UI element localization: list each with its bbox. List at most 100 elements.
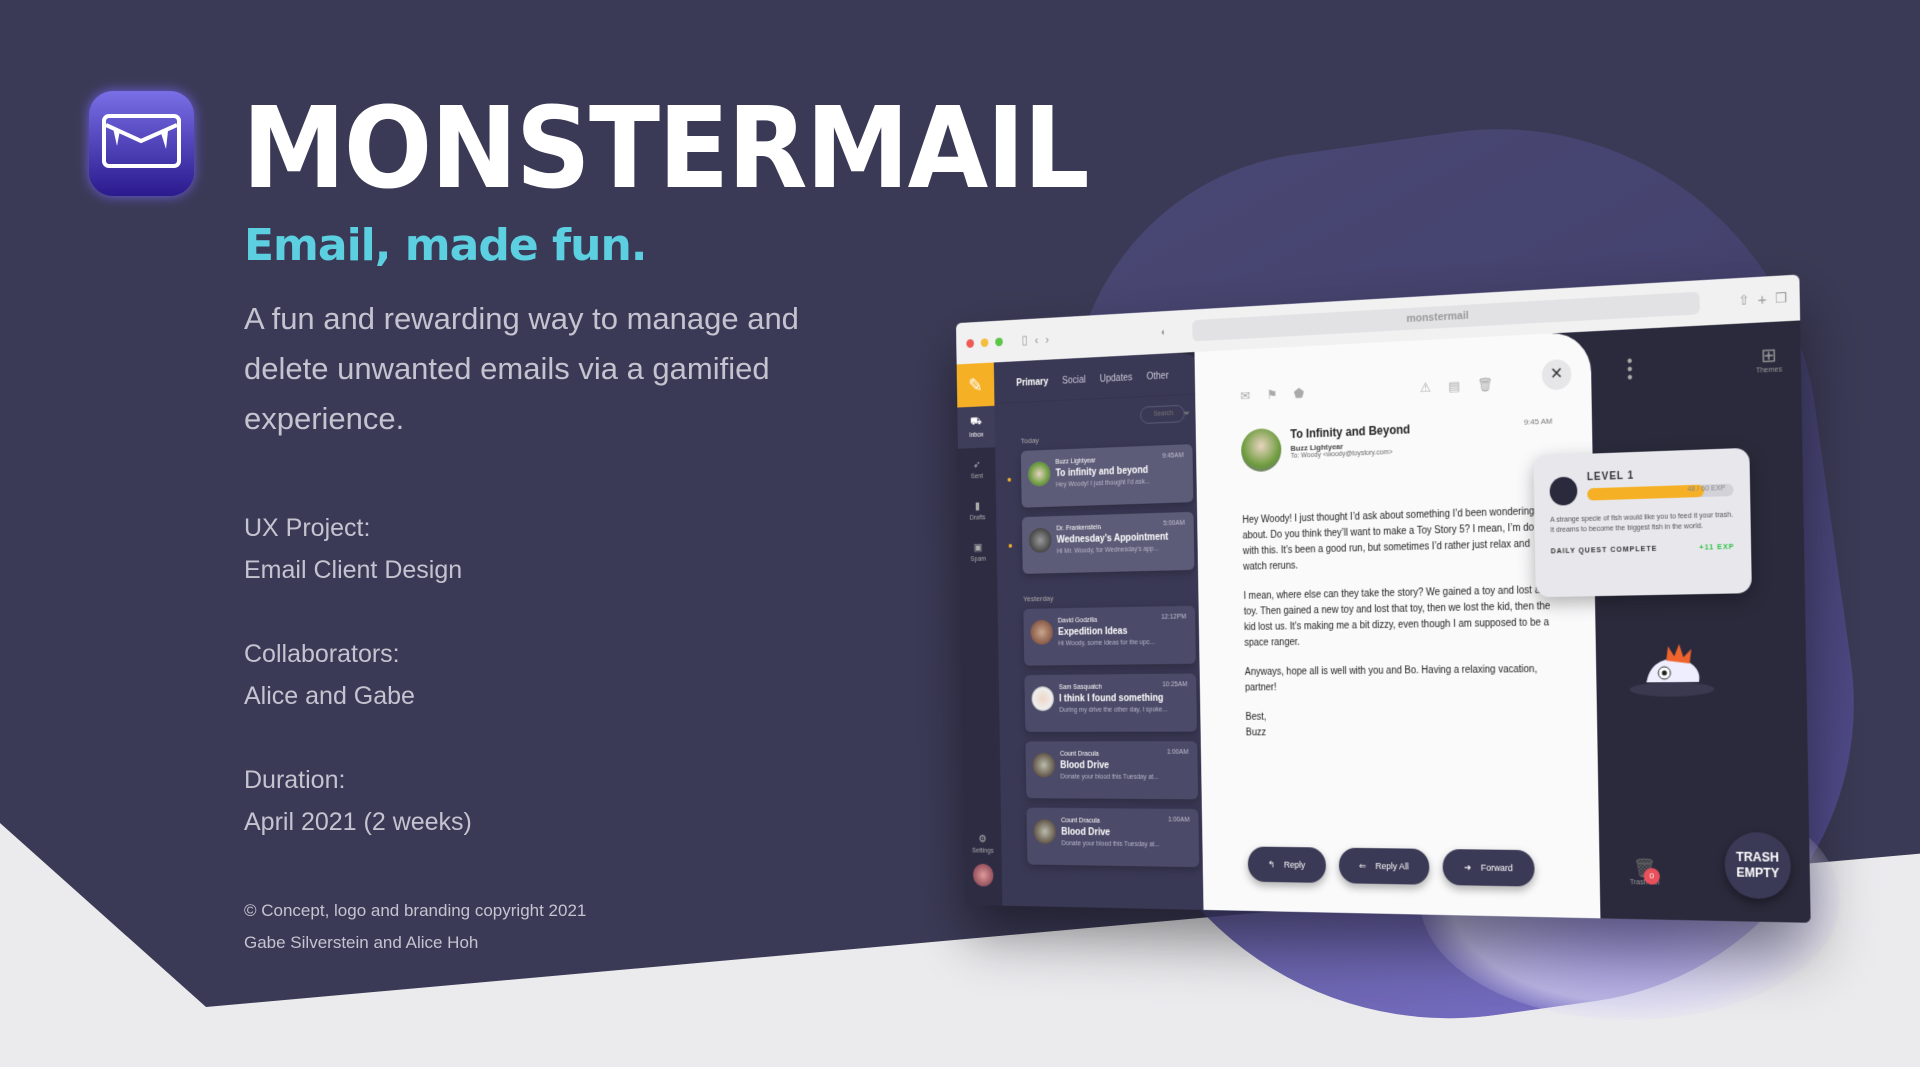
more-options-icon[interactable]: • • • [1627,353,1633,387]
nav-label: Drafts [969,514,986,522]
signature: Buzz [1245,727,1267,739]
compose-button[interactable]: ✎ [956,362,995,408]
email-time: 1:00AM [1167,816,1190,824]
tab-primary[interactable]: Primary [1016,377,1048,389]
report-spam-icon[interactable]: ⚠ [1420,380,1431,396]
copyright-line: Gabe Silverstein and Alice Hoh [244,933,479,952]
fish-avatar-icon [1549,476,1578,506]
fish-monster-icon [1629,643,1715,697]
reply-all-icon: ⇐ [1358,860,1367,871]
sidebar-item-settings[interactable]: ⚙ Settings [964,822,1002,864]
new-tab-icon[interactable]: + [1758,290,1767,308]
email-item[interactable]: David Godzilla Expedition Ideas Hi Woody, … [1023,605,1196,666]
inbox-icon: ⛟ [970,415,983,428]
tabs-icon[interactable]: ❐ [1775,290,1787,307]
filter-icon[interactable]: ⏷ [1184,408,1191,419]
maximize-dot[interactable] [995,337,1003,346]
tab-social[interactable]: Social [1062,375,1086,387]
sidebar-item-inbox[interactable]: ⛟ Inbox [957,405,996,449]
pencil-icon: ✎ [968,374,983,397]
forward-icon[interactable]: › [1045,332,1049,346]
message-actions: ↰ Reply ⇐ Reply All ➜ Forward [1247,846,1535,887]
duration: Duration: April 2021 (2 weeks) [244,759,472,843]
sender-avatar [1027,461,1051,487]
email-item[interactable]: Dr. Frankenstein Wednesday's Appointment H… [1008,511,1195,574]
email-subject: Wednesday's Appointment [1056,531,1169,546]
close-dot[interactable] [966,338,975,348]
copyright-line: © Concept, logo and branding copyright 2… [244,901,587,920]
flag-icon[interactable]: ⚑ [1266,387,1277,403]
grid-icon: ⊞ [1760,344,1777,367]
signoff: Best, [1245,711,1267,723]
group-label: Today [1020,436,1040,446]
share-icon[interactable]: ⇧ [1738,292,1750,309]
level-title: LEVEL 1 [1586,470,1635,484]
sidebar-item-drafts[interactable]: ▮ Drafts [959,489,997,532]
reply-all-button[interactable]: ⇐ Reply All [1338,847,1430,885]
tag-icon[interactable]: ⬟ [1294,386,1305,402]
nav-label: Inbox [969,431,984,439]
search-input[interactable]: Search [1140,404,1185,425]
envelope-fang-icon [102,114,181,168]
avatar[interactable] [972,863,994,887]
email-subject: I think I found something [1059,693,1164,705]
nav-label: Sent [970,472,984,480]
info-value: Email Client Design [244,556,463,584]
reply-button[interactable]: ↰ Reply [1247,846,1326,883]
info-label: Duration: [244,766,346,794]
project-type: UX Project: Email Client Design [244,507,462,591]
app-logo [89,91,194,196]
back-icon[interactable]: ‹ [1035,332,1039,346]
body-paragraph: I mean, where else can they take the sto… [1243,585,1551,649]
email-subject: Blood Drive [1060,760,1110,772]
themes-button[interactable]: ⊞ Themes [1755,344,1783,375]
message-time: 9:45 AM [1523,416,1553,427]
message-body: Hey Woody! I just thought I’d ask about … [1242,504,1558,742]
body-paragraph: Hey Woody! I just thought I’d ask about … [1242,506,1546,573]
group-label: Yesterday [1023,594,1054,604]
sender-avatar [1030,619,1054,645]
game-panel: • • • ⊞ Themes LEVEL 1 48 / 60 EXP A strang… [1533,320,1811,923]
close-button[interactable]: ✕ [1541,358,1572,391]
tab-other[interactable]: Other [1146,371,1168,383]
trash-bin[interactable]: 🗑 0 Trash Bin [1629,858,1660,887]
email-item[interactable]: Sam Sasquatch I think I found something Du… [1024,673,1198,732]
email-time: 9:45AM [1162,452,1184,460]
email-item[interactable]: Count Dracula Blood Drive Donate your bloo… [1025,741,1199,800]
email-time: 1:00AM [1166,748,1189,756]
reading-pane: ✉ ⚑ ⬟ ⚠ ▤ 🗑 ✕ To Infinity and Beyond Buzz Lig… [1194,331,1601,919]
mail-icon[interactable]: ✉ [1240,388,1250,404]
button-label: Reply All [1375,861,1409,872]
email-item[interactable]: Count Dracula Blood Drive Donate your bloo… [1026,807,1200,868]
minimize-dot[interactable] [980,337,989,347]
reply-icon: ↰ [1267,858,1275,869]
brand-title: MONSTERMAIL [242,84,1090,214]
trash-count-badge: 0 [1643,867,1660,885]
copyright: © Concept, logo and branding copyright 2… [244,895,586,959]
trash-status-button[interactable]: TRASH EMPTY [1724,831,1792,900]
sender-avatar [1032,752,1056,778]
email-preview: During my drive the other day, I spoke..… [1059,706,1168,714]
email-time: 10:25AM [1162,681,1188,689]
arrow-right-icon: ➜ [1463,861,1472,872]
unread-dot [1008,543,1013,548]
nav-label: Spam [970,555,987,563]
email-preview: Donate your blood this Tuesday at... [1061,840,1160,849]
exp-bar: 48 / 60 EXP [1587,483,1734,501]
sidebar-item-spam[interactable]: ▣ Spam [959,530,997,572]
sender-avatar [1033,819,1057,845]
archive-icon[interactable]: ▤ [1448,378,1460,395]
level-card: LEVEL 1 48 / 60 EXP A strange specie of … [1533,447,1752,598]
forward-button[interactable]: ➜ Forward [1442,849,1535,887]
trash-icon[interactable]: 🗑 [1477,377,1493,394]
themes-label: Themes [1755,366,1783,375]
message-subject: To Infinity and Beyond [1290,422,1411,442]
sidebar-toggle-icon[interactable]: ▯ [1022,332,1028,347]
sidebar-item-sent[interactable]: ➶ Sent [958,447,996,490]
email-preview: Hey Woody! I just thought I'd ask... [1055,478,1151,489]
email-item[interactable]: Buzz Lightyear To infinity and beyond Hey … [1007,444,1194,508]
level-description: A strange specie of fish would like you … [1550,511,1734,535]
email-subject: To infinity and beyond [1055,465,1149,480]
tab-updates[interactable]: Updates [1100,373,1133,385]
button-label: Forward [1480,862,1513,874]
